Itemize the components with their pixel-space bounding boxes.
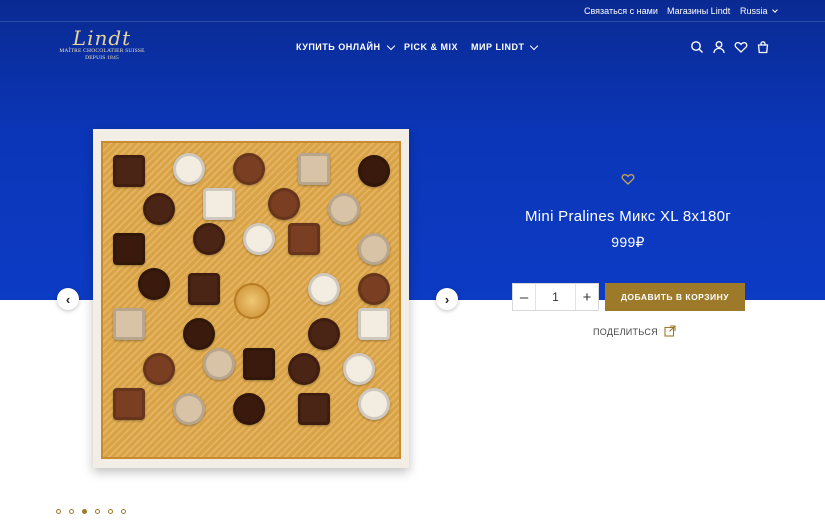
stores-link[interactable]: Магазины Lindt bbox=[667, 6, 730, 16]
gallery-prev-button[interactable]: ‹ bbox=[57, 288, 79, 310]
wishlist-icon[interactable] bbox=[734, 40, 748, 54]
chocolate-piece bbox=[113, 388, 145, 420]
nav-item-pick-mix[interactable]: PICK & MIX bbox=[404, 42, 458, 52]
chocolate-piece bbox=[143, 193, 175, 225]
increment-button[interactable]: + bbox=[576, 284, 598, 310]
chocolate-piece bbox=[188, 273, 220, 305]
cart-icon[interactable] bbox=[756, 40, 770, 54]
gallery-dot[interactable] bbox=[56, 509, 61, 514]
chocolate-piece bbox=[358, 155, 390, 187]
gallery-next-button[interactable]: › bbox=[436, 288, 458, 310]
chocolate-piece bbox=[113, 233, 145, 265]
nav-item-label: КУПИТЬ ОНЛАЙН bbox=[296, 42, 381, 52]
chevron-down-icon bbox=[386, 41, 395, 50]
product-title: Mini Pralines Микс XL 8x180г bbox=[525, 208, 731, 225]
chevron-down-icon bbox=[772, 7, 778, 13]
chocolate-piece bbox=[298, 393, 330, 425]
chocolate-piece bbox=[183, 318, 215, 350]
external-link-icon bbox=[664, 325, 676, 339]
logo-tagline-2: DEPUIS 1845 bbox=[85, 55, 119, 61]
chocolate-piece bbox=[193, 223, 225, 255]
chocolate-piece bbox=[308, 318, 340, 350]
chocolate-piece bbox=[173, 153, 205, 185]
add-to-cart-button[interactable]: ДОБАВИТЬ В КОРЗИНУ bbox=[605, 283, 745, 311]
nav-item-label: PICK & MIX bbox=[404, 42, 459, 52]
region-label: Russia bbox=[740, 6, 768, 16]
nav-item-label: МИР LINDT bbox=[471, 42, 525, 52]
chocolate-piece bbox=[233, 153, 265, 185]
chocolate-piece bbox=[203, 188, 235, 220]
gallery-pagination bbox=[56, 509, 126, 514]
chocolate-piece bbox=[173, 393, 205, 425]
center-medallion bbox=[234, 283, 270, 319]
chocolate-piece bbox=[328, 193, 360, 225]
share-link[interactable]: ПОДЕЛИТЬСЯ bbox=[593, 325, 676, 339]
product-price: 999₽ bbox=[611, 234, 645, 250]
chocolate-piece bbox=[308, 273, 340, 305]
chocolate-piece bbox=[203, 348, 235, 380]
chocolate-piece bbox=[288, 353, 320, 385]
gallery-dot[interactable] bbox=[69, 509, 74, 514]
gallery-dot[interactable] bbox=[95, 509, 100, 514]
chocolate-piece bbox=[243, 348, 275, 380]
product-image bbox=[93, 129, 409, 468]
chocolate-piece bbox=[243, 223, 275, 255]
nav-item-world-of-lindt[interactable]: МИР LINDT bbox=[471, 41, 539, 52]
chocolate-piece bbox=[343, 353, 375, 385]
chocolate-piece bbox=[113, 308, 145, 340]
chocolate-piece bbox=[358, 233, 390, 265]
chocolate-tray bbox=[101, 141, 401, 459]
chevron-down-icon bbox=[530, 41, 539, 50]
quantity-field[interactable]: 1 bbox=[535, 284, 576, 310]
chocolate-piece bbox=[268, 188, 300, 220]
chocolate-piece bbox=[288, 223, 320, 255]
gallery-dot[interactable] bbox=[121, 509, 126, 514]
gallery-dot[interactable] bbox=[82, 509, 87, 514]
chocolate-piece bbox=[233, 393, 265, 425]
add-to-wishlist-icon[interactable] bbox=[621, 172, 635, 186]
chocolate-piece bbox=[358, 273, 390, 305]
chocolate-piece bbox=[113, 155, 145, 187]
gallery-dot[interactable] bbox=[108, 509, 113, 514]
chocolate-piece bbox=[358, 388, 390, 420]
quantity-stepper: – 1 + bbox=[512, 283, 599, 311]
search-icon[interactable] bbox=[690, 40, 704, 54]
utility-bar: Связаться с нами Магазины Lindt Russia bbox=[0, 0, 825, 22]
nav-item-shop-online[interactable]: КУПИТЬ ОНЛАЙН bbox=[296, 41, 395, 52]
region-selector[interactable]: Russia bbox=[740, 6, 778, 16]
share-label: ПОДЕЛИТЬСЯ bbox=[593, 327, 658, 337]
chocolate-piece bbox=[143, 353, 175, 385]
chocolate-piece bbox=[358, 308, 390, 340]
chocolate-piece bbox=[138, 268, 170, 300]
contact-link[interactable]: Связаться с нами bbox=[584, 6, 658, 16]
account-icon[interactable] bbox=[712, 40, 726, 54]
chocolate-piece bbox=[298, 153, 330, 185]
decrement-button[interactable]: – bbox=[513, 284, 535, 310]
